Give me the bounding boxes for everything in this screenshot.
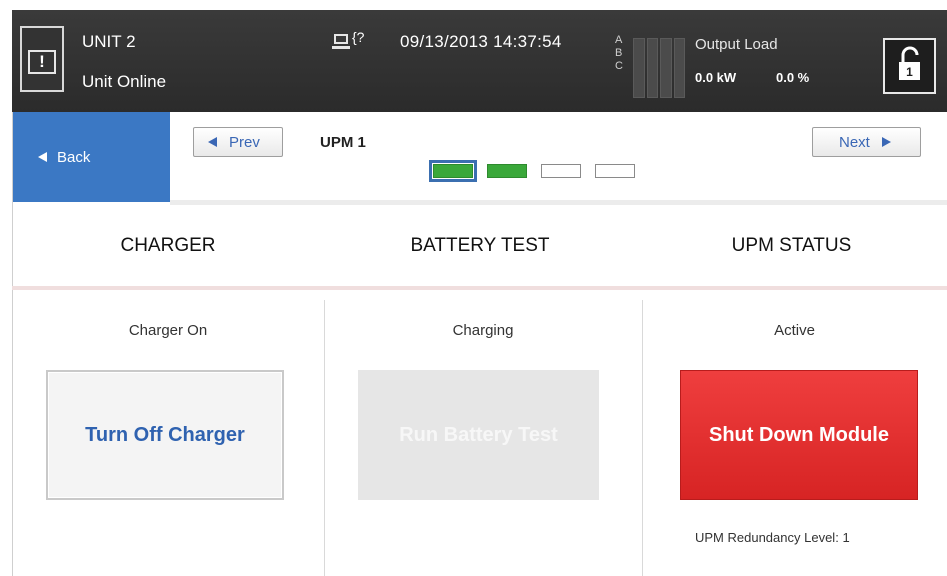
battery-test-heading: BATTERY TEST bbox=[410, 235, 550, 256]
prev-arrow-icon bbox=[208, 137, 217, 147]
svg-text:1: 1 bbox=[906, 65, 913, 79]
next-button-label: Next bbox=[839, 133, 870, 151]
alarm-button[interactable]: ! bbox=[20, 26, 64, 92]
next-arrow-icon bbox=[881, 137, 891, 147]
phase-labels: A B C bbox=[615, 34, 623, 73]
charger-status: Charger On bbox=[128, 322, 208, 339]
alarm-icon: ! bbox=[28, 50, 56, 74]
current-module-label: UPM 1 bbox=[320, 134, 366, 151]
upm-status: Active bbox=[774, 322, 815, 339]
date-time: 09/13/2013 14:37:54 bbox=[400, 32, 562, 51]
heading-divider bbox=[12, 286, 947, 290]
column-divider bbox=[642, 300, 643, 576]
load-bar bbox=[646, 38, 658, 98]
page-indicator-1[interactable] bbox=[429, 160, 477, 182]
next-button[interactable]: Next bbox=[812, 127, 921, 157]
phase-a: A bbox=[615, 34, 623, 46]
prev-button[interactable]: Prev bbox=[193, 127, 283, 157]
page-indicator-3[interactable] bbox=[541, 164, 581, 178]
output-load-percent: 0.0 % bbox=[776, 70, 810, 85]
upm-redundancy: UPM Redundancy Level: 1 bbox=[695, 530, 850, 545]
lock-button[interactable]: 1 bbox=[883, 38, 936, 94]
prev-button-label: Prev bbox=[229, 133, 260, 151]
charger-heading: CHARGER bbox=[120, 235, 216, 256]
page-indicator bbox=[429, 160, 635, 182]
unit-name: UNIT 2 bbox=[82, 32, 136, 51]
turn-off-charger-button[interactable]: Turn Off Charger bbox=[46, 370, 284, 500]
load-bar bbox=[633, 38, 645, 98]
back-button-label: Back bbox=[57, 148, 91, 166]
output-load-title: Output Load bbox=[695, 36, 778, 53]
back-button[interactable]: Back bbox=[12, 112, 170, 202]
unit-status: Unit Online bbox=[82, 72, 167, 91]
back-arrow-icon bbox=[38, 152, 47, 162]
load-bar bbox=[660, 38, 672, 98]
load-bar bbox=[673, 38, 685, 98]
status-bar: ! UNIT 2 Unit Online {? 09/13/2013 14:37… bbox=[12, 10, 947, 112]
section-headings: CHARGER BATTERY TEST UPM STATUS bbox=[12, 205, 947, 289]
output-load-kw: 0.0 kW bbox=[695, 70, 737, 85]
page-indicator-4[interactable] bbox=[595, 164, 635, 178]
page-indicator-2[interactable] bbox=[487, 164, 527, 178]
unlock-icon: 1 bbox=[899, 46, 920, 80]
network-help-icon[interactable]: {? bbox=[330, 28, 376, 54]
upm-status-heading: UPM STATUS bbox=[731, 235, 852, 256]
redundancy-label: UPM Redundancy Level: bbox=[695, 530, 839, 545]
phase-b: B bbox=[615, 47, 623, 59]
phase-c: C bbox=[615, 60, 623, 72]
run-battery-test-button: Run Battery Test bbox=[358, 370, 599, 500]
shut-down-module-button[interactable]: Shut Down Module bbox=[680, 370, 918, 500]
column-divider bbox=[324, 300, 325, 576]
phase-load-bars bbox=[633, 38, 685, 98]
redundancy-value: 1 bbox=[842, 530, 850, 545]
battery-status: Charging bbox=[452, 322, 514, 339]
network-glyph: {? bbox=[352, 29, 365, 45]
frame-border bbox=[12, 112, 13, 576]
